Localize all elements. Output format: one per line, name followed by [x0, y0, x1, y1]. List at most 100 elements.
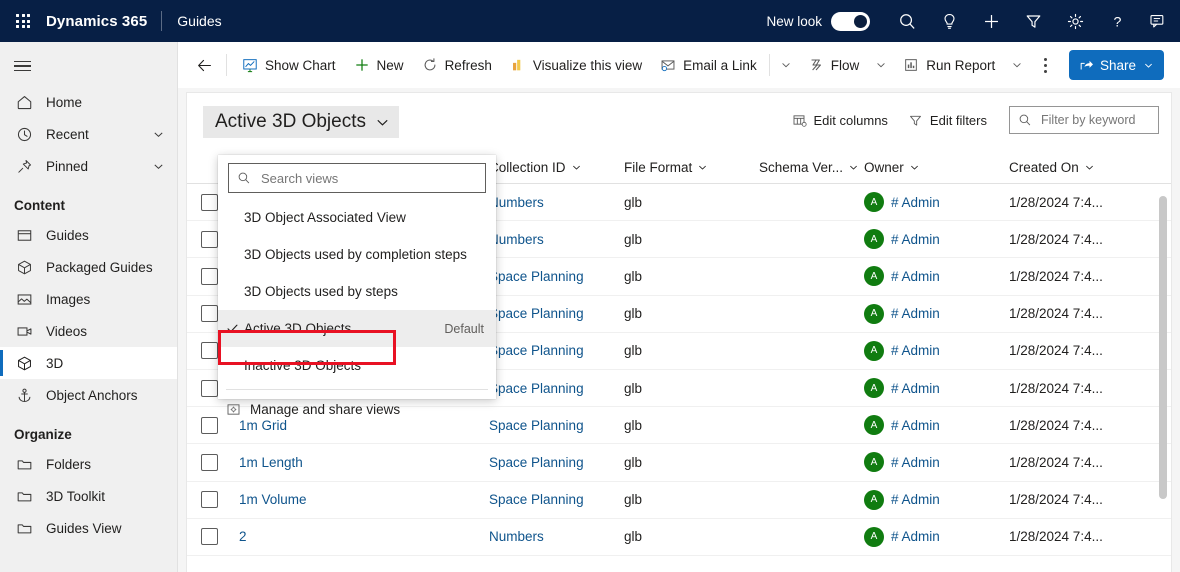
cell-owner[interactable]: A # Admin	[864, 304, 1009, 324]
filter-icon[interactable]	[1012, 0, 1054, 42]
table-row[interactable]: 2 Numbers glb A # Admin 1/28/2024 7:4...	[187, 519, 1172, 556]
column-header-owner[interactable]: Owner	[864, 160, 1009, 175]
hamburger-icon[interactable]	[0, 46, 44, 86]
chevron-down-icon[interactable]	[1143, 60, 1154, 71]
edit-filters-button[interactable]: Edit filters	[898, 105, 997, 135]
owner-name[interactable]: # Admin	[891, 418, 940, 433]
row-checkbox[interactable]	[201, 268, 218, 285]
row-checkbox[interactable]	[201, 194, 218, 211]
sidebar-item-home[interactable]: Home	[0, 86, 177, 118]
search-icon[interactable]	[886, 0, 928, 42]
column-header-created-on[interactable]: Created On	[1009, 160, 1172, 175]
column-header-file-format[interactable]: File Format	[624, 160, 759, 175]
owner-name[interactable]: # Admin	[891, 306, 940, 321]
column-header-schema-version[interactable]: Schema Ver...	[759, 160, 864, 175]
row-checkbox[interactable]	[201, 380, 218, 397]
row-checkbox-cell[interactable]	[201, 528, 239, 545]
row-checkbox[interactable]	[201, 305, 218, 322]
owner-name[interactable]: # Admin	[891, 381, 940, 396]
cell-owner[interactable]: A # Admin	[864, 229, 1009, 249]
sidebar-item-pinned[interactable]: Pinned	[0, 150, 177, 182]
search-views-box[interactable]	[228, 163, 486, 193]
search-views-input[interactable]	[259, 170, 449, 187]
cell-collection-id[interactable]: Space Planning	[489, 343, 624, 358]
app-launcher-icon[interactable]	[0, 0, 46, 42]
row-checkbox[interactable]	[201, 231, 218, 248]
refresh-button[interactable]: Refresh	[413, 49, 501, 81]
vertical-scrollbar[interactable]	[1159, 196, 1167, 499]
view-option-3d-object-associated-view[interactable]: 3D Object Associated View	[218, 199, 496, 236]
row-checkbox[interactable]	[201, 528, 218, 545]
sidebar-item-3d[interactable]: 3D	[0, 347, 177, 379]
search-input[interactable]	[1039, 112, 1149, 128]
view-option-3d-objects-used-by-steps[interactable]: 3D Objects used by steps	[218, 273, 496, 310]
new-button[interactable]: New	[345, 49, 413, 81]
share-button[interactable]: Share	[1069, 50, 1164, 80]
row-checkbox-cell[interactable]	[201, 491, 239, 508]
help-icon[interactable]: ?	[1096, 0, 1138, 42]
ellipsis-icon[interactable]	[1030, 49, 1060, 81]
cell-collection-id[interactable]: Space Planning	[489, 455, 624, 470]
table-row[interactable]: 1m Volume Space Planning glb A # Admin 1…	[187, 482, 1172, 519]
view-selector-button[interactable]: Active 3D Objects	[203, 106, 399, 138]
cell-collection-id[interactable]: Numbers	[489, 232, 624, 247]
new-look-toggle[interactable]	[831, 12, 870, 31]
cell-collection-id[interactable]: Space Planning	[489, 492, 624, 507]
chevron-down-icon[interactable]	[152, 128, 165, 141]
sidebar-item-videos[interactable]: Videos	[0, 315, 177, 347]
sidebar-item-packaged-guides[interactable]: Packaged Guides	[0, 251, 177, 283]
cell-collection-id[interactable]: Numbers	[489, 195, 624, 210]
cell-collection-id[interactable]: Space Planning	[489, 269, 624, 284]
row-checkbox[interactable]	[201, 491, 218, 508]
owner-name[interactable]: # Admin	[891, 343, 940, 358]
column-header-collection-id[interactable]: Collection ID	[489, 160, 624, 175]
view-option-active-3d-objects[interactable]: Active 3D Objects Default	[218, 310, 496, 347]
visualize-this-view-button[interactable]: Visualize this view	[501, 49, 651, 81]
run-report-button[interactable]: Run Report	[894, 49, 1004, 81]
sidebar-item-recent[interactable]: Recent	[0, 118, 177, 150]
cell-owner[interactable]: A # Admin	[864, 527, 1009, 547]
lightbulb-icon[interactable]	[928, 0, 970, 42]
row-checkbox[interactable]	[201, 342, 218, 359]
view-option-inactive-3d-objects[interactable]: Inactive 3D Objects	[218, 347, 496, 384]
cell-owner[interactable]: A # Admin	[864, 341, 1009, 361]
cell-owner[interactable]: A # Admin	[864, 415, 1009, 435]
row-checkbox[interactable]	[201, 454, 218, 471]
cell-name[interactable]: 1m Length	[239, 455, 489, 470]
filter-by-keyword-box[interactable]	[1009, 106, 1159, 134]
cell-owner[interactable]: A # Admin	[864, 452, 1009, 472]
cell-owner[interactable]: A # Admin	[864, 490, 1009, 510]
owner-name[interactable]: # Admin	[891, 269, 940, 284]
sidebar-item-guides[interactable]: Guides	[0, 219, 177, 251]
cell-owner[interactable]: A # Admin	[864, 266, 1009, 286]
owner-name[interactable]: # Admin	[891, 492, 940, 507]
row-checkbox[interactable]	[201, 417, 218, 434]
show-chart-button[interactable]: Show Chart	[233, 49, 345, 81]
owner-name[interactable]: # Admin	[891, 195, 940, 210]
view-option-3d-objects-used-by-completion-steps[interactable]: 3D Objects used by completion steps	[218, 236, 496, 273]
plus-icon[interactable]	[970, 0, 1012, 42]
sidebar-item-3d-toolkit[interactable]: 3D Toolkit	[0, 480, 177, 512]
sidebar-item-object-anchors[interactable]: Object Anchors	[0, 379, 177, 411]
manage-and-share-views-button[interactable]: Manage and share views	[218, 390, 496, 428]
email-a-link-button[interactable]: Email a Link	[651, 49, 766, 81]
cell-collection-id[interactable]: Space Planning	[489, 418, 624, 433]
cell-name[interactable]: 2	[239, 529, 489, 544]
cell-collection-id[interactable]: Space Planning	[489, 306, 624, 321]
sidebar-item-images[interactable]: Images	[0, 283, 177, 315]
cell-owner[interactable]: A # Admin	[864, 192, 1009, 212]
cell-collection-id[interactable]: Space Planning	[489, 381, 624, 396]
sidebar-item-folders[interactable]: Folders	[0, 448, 177, 480]
cell-collection-id[interactable]: Numbers	[489, 529, 624, 544]
owner-name[interactable]: # Admin	[891, 529, 940, 544]
back-arrow-icon[interactable]	[188, 49, 220, 81]
owner-name[interactable]: # Admin	[891, 455, 940, 470]
chevron-down-icon[interactable]	[152, 160, 165, 173]
flow-button[interactable]: Flow	[799, 49, 869, 81]
run-report-caret[interactable]	[1004, 49, 1030, 81]
gear-icon[interactable]	[1054, 0, 1096, 42]
owner-name[interactable]: # Admin	[891, 232, 940, 247]
cell-name[interactable]: 1m Volume	[239, 492, 489, 507]
app-name-label[interactable]: Guides	[162, 13, 221, 29]
row-checkbox-cell[interactable]	[201, 454, 239, 471]
